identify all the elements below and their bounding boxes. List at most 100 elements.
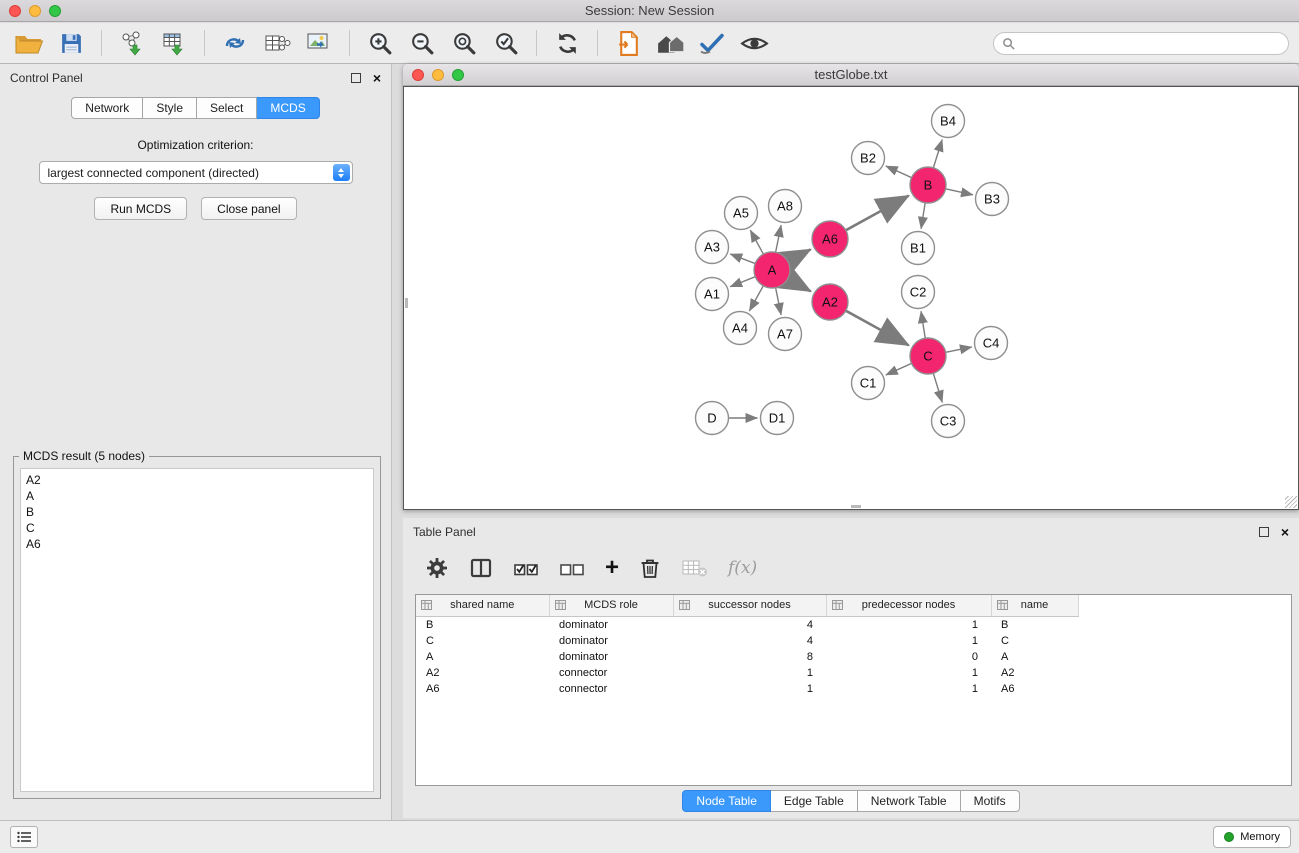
table-cell[interactable]: connector [549,681,673,697]
graph-node-C3[interactable]: C3 [932,405,965,438]
table-cell[interactable]: 8 [673,649,826,665]
add-column-button[interactable]: + [605,553,619,583]
graph-node-B1[interactable]: B1 [902,232,935,265]
export-image-button[interactable] [301,26,337,60]
tab-motifs[interactable]: Motifs [961,790,1020,812]
delete-table-button[interactable] [681,553,708,583]
zoom-out-button[interactable] [404,26,440,60]
table-cell[interactable]: A2 [991,665,1078,681]
table-cell[interactable]: dominator [549,616,673,633]
canvas-resize-grip[interactable] [1285,496,1297,508]
network-minimize-button[interactable] [432,69,444,81]
export-table-button[interactable] [259,26,295,60]
column-header-successor-nodes[interactable]: successor nodes [673,595,826,616]
graph-edge-A2-C[interactable] [846,311,909,346]
table-row[interactable]: Cdominator41C [416,633,1078,649]
graph-node-A[interactable]: A [754,252,790,288]
graph-node-C2[interactable]: C2 [902,276,935,309]
tab-mcds[interactable]: MCDS [257,97,319,119]
tab-network[interactable]: Network [71,97,143,119]
close-panel-icon[interactable]: × [373,73,381,83]
graph-node-A5[interactable]: A5 [725,197,758,230]
table-cell[interactable]: 1 [673,681,826,697]
tab-node-table[interactable]: Node Table [682,790,771,812]
import-network-button[interactable] [114,26,150,60]
graph-edge-C-C2[interactable] [921,311,925,338]
table-cell[interactable]: A [991,649,1078,665]
search-input[interactable] [1019,34,1288,53]
graph-node-B4[interactable]: B4 [932,105,965,138]
graph-node-A4[interactable]: A4 [724,312,757,345]
graph-edge-C-C3[interactable] [933,373,942,402]
save-session-button[interactable] [53,26,89,60]
column-header-MCDS-role[interactable]: MCDS role [549,595,673,616]
graph-node-A8[interactable]: A8 [769,190,802,223]
table-cell[interactable]: 1 [826,681,991,697]
table-cell[interactable]: connector [549,665,673,681]
zoom-in-button[interactable] [362,26,398,60]
mcds-result-list[interactable]: A2ABCA6 [20,468,374,792]
graph-edge-B-B2[interactable] [886,166,912,178]
graph-edge-A-A6[interactable] [788,249,811,261]
graph-node-D1[interactable]: D1 [761,402,794,435]
minimize-window-button[interactable] [29,5,41,17]
tab-edge-table[interactable]: Edge Table [771,790,858,812]
open-session-button[interactable] [11,26,47,60]
home-networks-button[interactable] [652,26,688,60]
deselect-all-button[interactable] [559,553,585,583]
graph-edge-C-C4[interactable] [946,347,972,352]
canvas-resize-handle[interactable] [405,298,408,308]
table-cell[interactable]: dominator [549,649,673,665]
mcds-result-item[interactable]: A [26,488,368,504]
mcds-result-item[interactable]: A6 [26,536,368,552]
close-panel-button[interactable]: Close panel [201,197,296,220]
graph-edge-A-A2[interactable] [788,279,811,292]
show-columns-button[interactable] [469,553,493,583]
graph-edge-A6-B[interactable] [846,196,909,231]
function-builder-button[interactable]: f(x) [728,553,757,583]
run-mcds-button[interactable]: Run MCDS [94,197,187,220]
table-row[interactable]: Bdominator41B [416,616,1078,633]
graph-node-C4[interactable]: C4 [975,327,1008,360]
graph-edge-A-A3[interactable] [730,254,755,264]
graph-edge-B-B4[interactable] [933,140,942,168]
table-cell[interactable]: 1 [673,665,826,681]
tab-select[interactable]: Select [197,97,257,119]
graph-node-A7[interactable]: A7 [769,318,802,351]
table-cell[interactable]: 1 [826,616,991,633]
open-session-file-button[interactable] [610,26,646,60]
table-cell[interactable]: 4 [673,616,826,633]
graph-edge-A-A4[interactable] [749,286,763,311]
table-cell[interactable]: 4 [673,633,826,649]
graph-node-B2[interactable]: B2 [852,142,885,175]
close-window-button[interactable] [9,5,21,17]
show-hide-button[interactable] [736,26,772,60]
graph-edge-A-A5[interactable] [750,230,763,254]
graph-node-A6[interactable]: A6 [812,221,848,257]
mcds-result-item[interactable]: A2 [26,472,368,488]
close-table-panel-icon[interactable]: × [1281,527,1289,537]
table-cell[interactable]: dominator [549,633,673,649]
apply-style-button[interactable] [694,26,730,60]
graph-edge-A-A7[interactable] [776,288,782,315]
table-cell[interactable]: C [991,633,1078,649]
table-cell[interactable]: A [416,649,549,665]
graph-node-C[interactable]: C [910,338,946,374]
maximize-window-button[interactable] [49,5,61,17]
graph-node-A3[interactable]: A3 [696,231,729,264]
table-row[interactable]: A2connector11A2 [416,665,1078,681]
mcds-result-item[interactable]: B [26,504,368,520]
graph-edge-B-B3[interactable] [946,189,973,195]
graph-edge-B-B1[interactable] [921,203,925,229]
float-panel-icon[interactable] [351,73,361,83]
mcds-result-item[interactable]: C [26,520,368,536]
graph-node-C1[interactable]: C1 [852,367,885,400]
graph-node-A2[interactable]: A2 [812,284,848,320]
table-cell[interactable]: 1 [826,665,991,681]
table-cell[interactable]: 1 [826,633,991,649]
tab-style[interactable]: Style [143,97,197,119]
table-cell[interactable]: A6 [991,681,1078,697]
task-history-button[interactable] [10,826,38,848]
table-row[interactable]: Adominator80A [416,649,1078,665]
refresh-button[interactable] [549,26,585,60]
